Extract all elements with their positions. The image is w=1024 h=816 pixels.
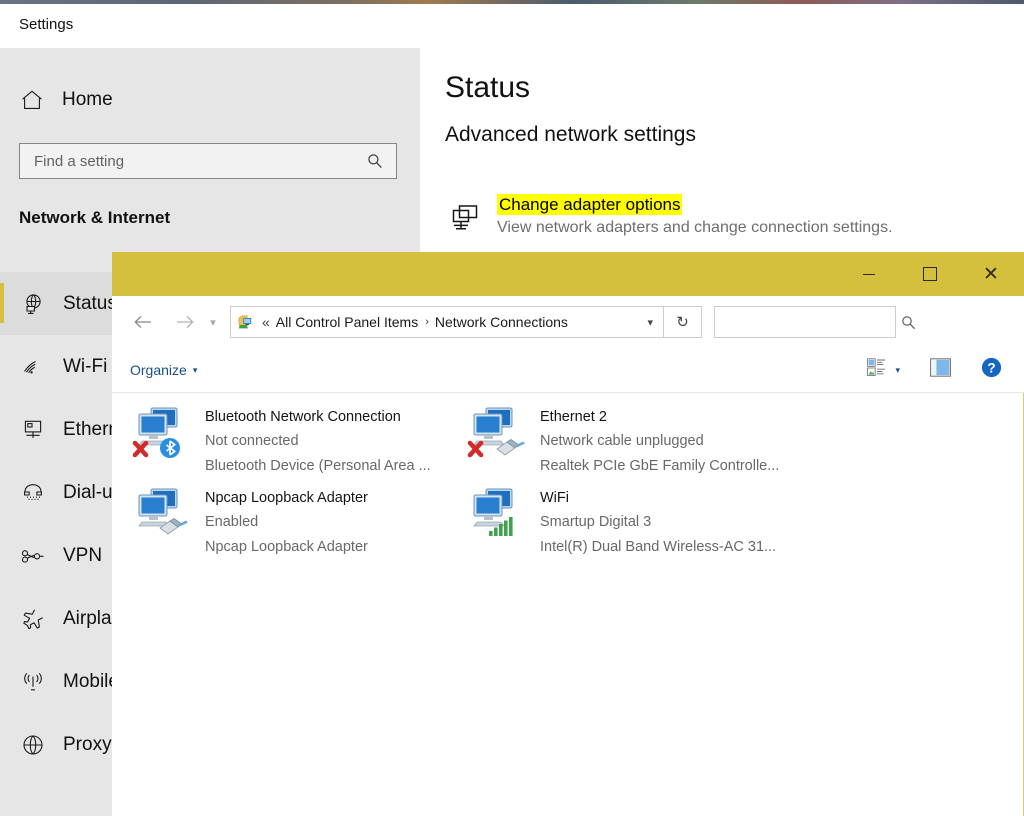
vpn-icon xyxy=(19,548,47,564)
explorer-toolbar: Organize ▾ ▾ ? xyxy=(112,348,1024,393)
selection-accent-bar xyxy=(0,724,4,764)
network-adapter-icon xyxy=(445,200,485,238)
page-title: Status xyxy=(445,71,531,104)
explorer-close-button[interactable]: ✕ xyxy=(968,252,1014,296)
arrow-right-icon[interactable] xyxy=(168,305,202,339)
adapter-status: Smartup Digital 3 xyxy=(540,514,652,530)
svg-text:?: ? xyxy=(987,360,995,375)
network-adapter-enabled-icon xyxy=(130,484,194,546)
ethernet-icon xyxy=(19,419,47,440)
adapter-name: Npcap Loopback Adapter xyxy=(205,490,368,506)
wifi-icon xyxy=(19,358,47,376)
airplane-icon xyxy=(19,608,47,630)
organize-button-label: Organize xyxy=(130,362,187,378)
search-input[interactable] xyxy=(715,313,901,331)
organize-button[interactable]: Organize ▾ xyxy=(130,362,197,378)
list-item[interactable]: WiFi Smartup Digital 3 Intel(R) Dual Ban… xyxy=(465,482,795,564)
explorer-minimize-button[interactable] xyxy=(846,252,892,296)
chevron-down-icon: ▾ xyxy=(192,364,198,375)
selection-accent-bar xyxy=(0,661,4,701)
address-leading-separator: « xyxy=(262,314,270,330)
network-connections-window: ✕ ▾ « All Control Panel Items › Network … xyxy=(112,252,1024,816)
explorer-address-row: ▾ « All Control Panel Items › Network Co… xyxy=(112,296,1024,348)
chevron-down-icon[interactable]: ▾ xyxy=(895,365,900,376)
sidebar-item-home[interactable]: Home xyxy=(0,77,420,123)
list-item-texts: Npcap Loopback Adapter Enabled Npcap Loo… xyxy=(205,486,460,560)
explorer-search-box[interactable] xyxy=(714,306,915,338)
chevron-down-icon[interactable]: ▾ xyxy=(647,316,653,329)
breadcrumb-network-connections[interactable]: Network Connections xyxy=(435,314,568,330)
network-adapter-ethernet-unplugged-icon xyxy=(465,403,529,465)
change-adapter-options-description: View network adapters and change connect… xyxy=(497,219,893,236)
network-adapter-bluetooth-disconnected-icon xyxy=(130,403,194,465)
list-item[interactable]: Npcap Loopback Adapter Enabled Npcap Loo… xyxy=(130,482,460,564)
search-input[interactable] xyxy=(20,151,367,171)
adapter-name: Bluetooth Network Connection xyxy=(205,409,401,425)
view-options-icon xyxy=(867,358,886,382)
settings-window-title: Settings xyxy=(19,16,74,33)
sidebar-item-home-label: Home xyxy=(62,89,113,110)
view-options-button[interactable]: ▾ xyxy=(867,358,900,382)
list-item-texts: Ethernet 2 Network cable unplugged Realt… xyxy=(540,405,795,479)
selection-accent-bar xyxy=(0,535,4,575)
sidebar-item-status-label: Status xyxy=(63,292,117,314)
address-bar[interactable]: « All Control Panel Items › Network Conn… xyxy=(230,306,664,338)
explorer-maximize-button[interactable] xyxy=(907,252,953,296)
sidebar-item-wifi-label: Wi-Fi xyxy=(63,355,108,377)
control-panel-icon xyxy=(238,313,256,331)
list-item-texts: WiFi Smartup Digital 3 Intel(R) Dual Ban… xyxy=(540,486,795,560)
page-subtitle: Advanced network settings xyxy=(445,123,696,146)
breadcrumb-all-control-panel-items[interactable]: All Control Panel Items xyxy=(276,314,418,330)
selection-accent-bar xyxy=(0,409,4,449)
search-icon[interactable] xyxy=(901,315,925,330)
adapter-device: Realtek PCIe GbE Family Controlle... xyxy=(540,458,780,474)
arrow-left-icon[interactable] xyxy=(126,305,160,339)
help-button[interactable]: ? xyxy=(981,357,1002,383)
help-icon: ? xyxy=(981,357,1002,383)
home-icon xyxy=(19,90,45,110)
status-globe-icon xyxy=(19,293,47,315)
adapter-name: Ethernet 2 xyxy=(540,409,607,425)
adapter-device: Bluetooth Device (Personal Area ... xyxy=(205,458,431,474)
proxy-globe-icon xyxy=(19,734,47,756)
selection-accent-bar xyxy=(0,346,4,386)
adapter-status: Network cable unplugged xyxy=(540,433,704,449)
network-adapter-wifi-connected-icon xyxy=(465,484,529,546)
dialup-icon xyxy=(19,483,47,502)
sidebar-item-vpn-label: VPN xyxy=(63,544,103,566)
selection-accent-bar xyxy=(0,598,4,638)
sidebar-item-proxy-label: Proxy xyxy=(63,733,112,755)
list-item[interactable]: Bluetooth Network Connection Not connect… xyxy=(130,401,460,483)
refresh-button[interactable]: ↻ xyxy=(664,306,702,338)
chevron-down-icon[interactable]: ▾ xyxy=(202,316,224,329)
breadcrumb-separator-icon: › xyxy=(425,316,429,328)
close-icon: ✕ xyxy=(983,262,999,285)
find-setting-box[interactable] xyxy=(19,143,397,179)
network-adapter-list: Bluetooth Network Connection Not connect… xyxy=(112,393,1022,815)
explorer-toolbar-right: ▾ ? xyxy=(867,357,1002,383)
page-category-title: Network & Internet xyxy=(19,208,171,227)
mobile-hotspot-icon xyxy=(19,672,47,692)
adapter-status: Enabled xyxy=(205,514,259,530)
refresh-icon: ↻ xyxy=(676,314,689,331)
preview-pane-button[interactable] xyxy=(930,358,951,382)
adapter-status: Not connected xyxy=(205,433,299,449)
list-item[interactable]: Ethernet 2 Network cable unplugged Realt… xyxy=(465,401,795,483)
preview-pane-icon xyxy=(930,358,951,382)
minimize-icon xyxy=(863,273,875,275)
list-item-texts: Bluetooth Network Connection Not connect… xyxy=(205,405,460,479)
maximize-icon xyxy=(923,267,937,281)
selection-accent-bar xyxy=(0,283,4,323)
adapter-device: Npcap Loopback Adapter xyxy=(205,539,368,555)
adapter-device: Intel(R) Dual Band Wireless-AC 31... xyxy=(540,539,777,555)
selection-accent-bar xyxy=(0,472,4,512)
change-adapter-options-link[interactable]: Change adapter options xyxy=(497,194,683,215)
adapter-name: WiFi xyxy=(540,490,569,506)
search-icon[interactable] xyxy=(367,153,396,169)
